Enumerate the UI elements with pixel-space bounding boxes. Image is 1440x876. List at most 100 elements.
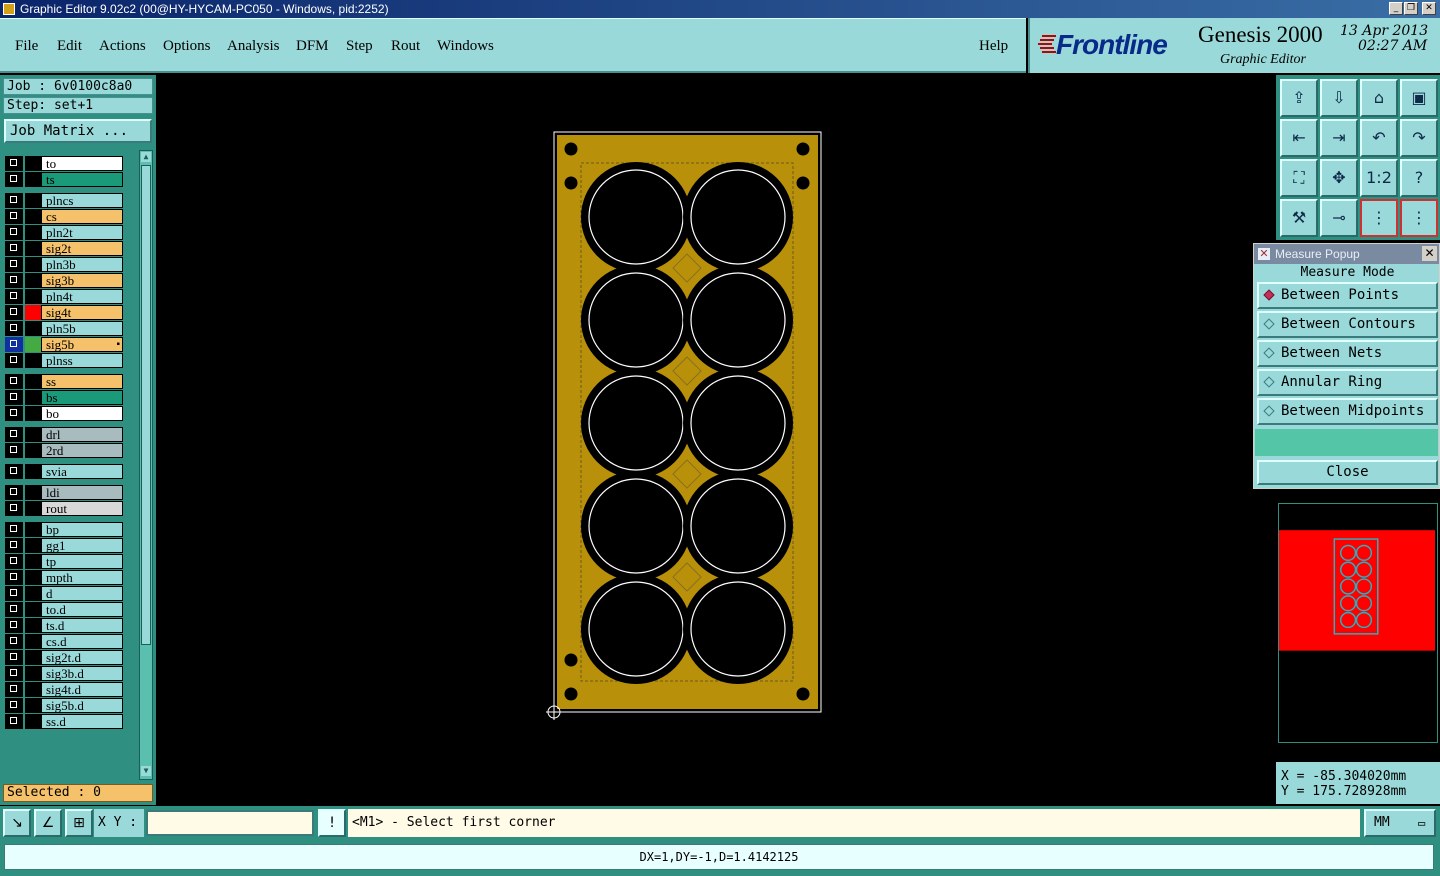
- job-matrix-button[interactable]: Job Matrix ...: [4, 119, 152, 143]
- layer-row-ss[interactable]: ss: [5, 374, 127, 389]
- menu-file[interactable]: File: [15, 38, 38, 55]
- layer-row-to-d[interactable]: to.d: [5, 602, 127, 617]
- layer-name[interactable]: sig5b ▪: [41, 337, 123, 352]
- layer-row-plnss[interactable]: plnss: [5, 353, 127, 368]
- layer-checkbox[interactable]: [5, 485, 23, 500]
- measure-option-between-points[interactable]: Between Points: [1257, 282, 1438, 309]
- close-button[interactable]: Close: [1257, 460, 1438, 485]
- layer-name[interactable]: ss.d: [41, 714, 123, 729]
- layer-checkbox[interactable]: [5, 273, 23, 288]
- layer-name[interactable]: bs: [41, 390, 123, 405]
- minimize-button[interactable]: _: [1389, 2, 1403, 15]
- xy-input[interactable]: [146, 810, 314, 836]
- layer-checkbox[interactable]: [5, 682, 23, 697]
- layer-row-bs[interactable]: bs: [5, 390, 127, 405]
- layer-name[interactable]: pln5b: [41, 321, 123, 336]
- layer-row-ss-d[interactable]: ss.d: [5, 714, 127, 729]
- layer-checkbox[interactable]: [5, 209, 23, 224]
- snap-angle-icon[interactable]: ∠: [34, 809, 62, 837]
- tools-button[interactable]: ⚒: [1280, 199, 1318, 237]
- download-button[interactable]: ⇩: [1320, 79, 1358, 117]
- layer-row-bo[interactable]: bo: [5, 406, 127, 421]
- units-dropdown[interactable]: MM ▭: [1364, 809, 1436, 837]
- layer-row-gg1[interactable]: gg1: [5, 538, 127, 553]
- layer-checkbox[interactable]: [5, 698, 23, 713]
- layer-row-bp[interactable]: bp: [5, 522, 127, 537]
- layer-name[interactable]: bp: [41, 522, 123, 537]
- layer-checkbox[interactable]: [5, 406, 23, 421]
- scroll-up-icon[interactable]: ▲: [141, 152, 151, 162]
- close-window-button[interactable]: ✕: [1422, 2, 1436, 15]
- layer-name[interactable]: sig3b: [41, 273, 123, 288]
- layer-row-pln5b[interactable]: pln5b: [5, 321, 127, 336]
- layer-name[interactable]: sig2t.d: [41, 650, 123, 665]
- layer-row-sig4t[interactable]: sig4t: [5, 305, 127, 320]
- layer-name[interactable]: gg1: [41, 538, 123, 553]
- layer-checkbox[interactable]: [5, 337, 23, 352]
- scroll-down-icon[interactable]: ▼: [141, 766, 151, 776]
- measure-option-between-contours[interactable]: Between Contours: [1257, 311, 1438, 338]
- layer-checkbox[interactable]: [5, 390, 23, 405]
- nets-blue-button[interactable]: ⋮: [1400, 199, 1438, 237]
- layer-row-pln3b[interactable]: pln3b: [5, 257, 127, 272]
- layer-row-2rd[interactable]: 2rd: [5, 443, 127, 458]
- layer-name[interactable]: to.d: [41, 602, 123, 617]
- layer-checkbox[interactable]: [5, 602, 23, 617]
- layer-row-sig5b[interactable]: sig5b ▪: [5, 337, 127, 352]
- popup-close-icon[interactable]: ✕: [1422, 246, 1437, 261]
- layer-row-sig2t[interactable]: sig2t: [5, 241, 127, 256]
- layer-name[interactable]: ts.d: [41, 618, 123, 633]
- layer-row-tp[interactable]: tp: [5, 554, 127, 569]
- layer-row-drl[interactable]: drl: [5, 427, 127, 442]
- layer-row-plncs[interactable]: plncs: [5, 193, 127, 208]
- layer-name[interactable]: drl: [41, 427, 123, 442]
- layer-row-rout[interactable]: rout: [5, 501, 127, 516]
- layer-name[interactable]: cs: [41, 209, 123, 224]
- layer-row-ts[interactable]: ts: [5, 172, 127, 187]
- layer-name[interactable]: svia: [41, 464, 123, 479]
- step-out-button[interactable]: ⇥: [1320, 119, 1358, 157]
- snap-button[interactable]: ⊸: [1320, 199, 1358, 237]
- home-button[interactable]: ⌂: [1360, 79, 1398, 117]
- layer-checkbox[interactable]: [5, 374, 23, 389]
- layer-name[interactable]: pln3b: [41, 257, 123, 272]
- layer-name[interactable]: plncs: [41, 193, 123, 208]
- nets-red-button[interactable]: ⋮: [1360, 199, 1398, 237]
- layer-name[interactable]: sig5b.d: [41, 698, 123, 713]
- layer-name[interactable]: sig4t: [41, 305, 123, 320]
- zoom-center-button[interactable]: ✥: [1320, 159, 1358, 197]
- menu-step[interactable]: Step: [346, 38, 373, 55]
- layer-name[interactable]: rout: [41, 501, 123, 516]
- graphic-canvas[interactable]: [156, 75, 1276, 806]
- grid-snap-icon[interactable]: ⊞: [65, 809, 93, 837]
- layer-checkbox[interactable]: [5, 305, 23, 320]
- layer-name[interactable]: tp: [41, 554, 123, 569]
- panel-button[interactable]: ▣: [1400, 79, 1438, 117]
- alert-icon[interactable]: !: [318, 809, 346, 837]
- layer-checkbox[interactable]: [5, 501, 23, 516]
- layer-checkbox[interactable]: [5, 666, 23, 681]
- minimap[interactable]: [1278, 503, 1438, 743]
- step-in-button[interactable]: ⇤: [1280, 119, 1318, 157]
- layer-row-sig2t-d[interactable]: sig2t.d: [5, 650, 127, 665]
- layer-checkbox[interactable]: [5, 443, 23, 458]
- layer-checkbox[interactable]: [5, 321, 23, 336]
- upload-button[interactable]: ⇪: [1280, 79, 1318, 117]
- layer-row-pln4t[interactable]: pln4t: [5, 289, 127, 304]
- layer-name[interactable]: d: [41, 586, 123, 601]
- restore-button[interactable]: ❐: [1404, 2, 1418, 15]
- layer-checkbox[interactable]: [5, 241, 23, 256]
- help-button[interactable]: ?: [1400, 159, 1438, 197]
- layer-name[interactable]: sig2t: [41, 241, 123, 256]
- layer-name[interactable]: sig4t.d: [41, 682, 123, 697]
- measure-option-between-midpoints[interactable]: Between Midpoints: [1257, 398, 1438, 425]
- menu-dfm[interactable]: DFM: [296, 38, 329, 55]
- layer-checkbox[interactable]: [5, 353, 23, 368]
- layer-row-mpth[interactable]: mpth: [5, 570, 127, 585]
- menu-windows[interactable]: Windows: [437, 38, 494, 55]
- layer-name[interactable]: 2rd: [41, 443, 123, 458]
- layer-row-svia[interactable]: svia: [5, 464, 127, 479]
- layer-checkbox[interactable]: [5, 586, 23, 601]
- menu-rout[interactable]: Rout: [391, 38, 420, 55]
- ratio-button[interactable]: 1:2: [1360, 159, 1398, 197]
